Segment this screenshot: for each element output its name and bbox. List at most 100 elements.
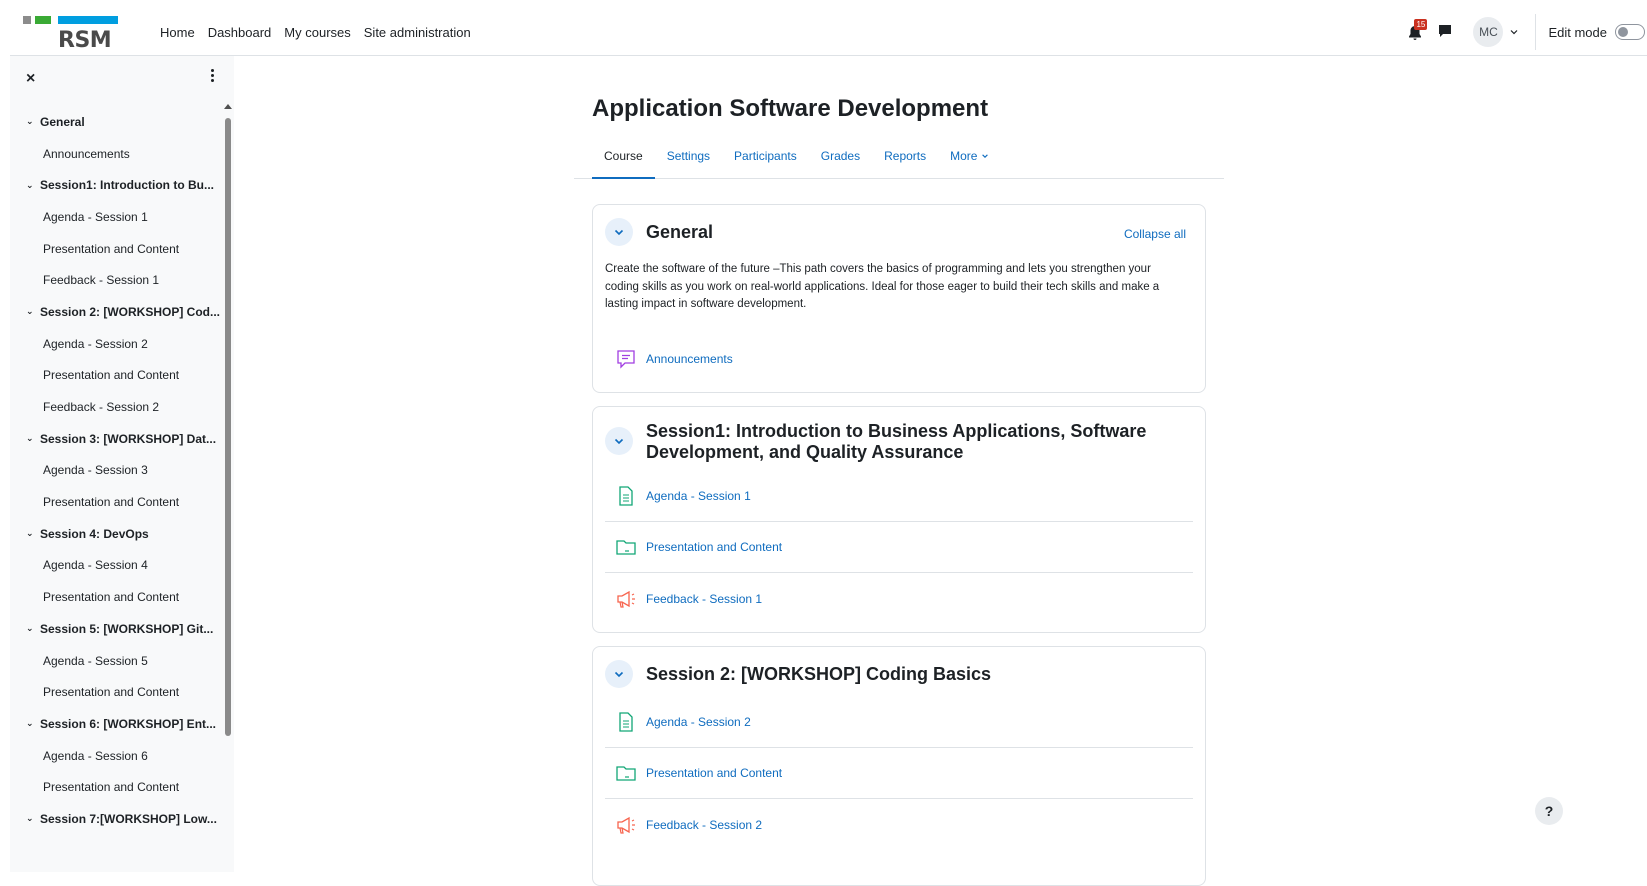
- drawer-section[interactable]: ⌄ Session 6: [WORKSHOP] Ent...: [10, 708, 224, 740]
- chevron-down-icon[interactable]: ⌄: [26, 528, 36, 539]
- drawer-activity-link[interactable]: Presentation and Content: [10, 486, 224, 518]
- nav-site-administration-link[interactable]: Site administration: [364, 25, 471, 40]
- drawer-scrollbar[interactable]: [224, 104, 232, 872]
- drawer-section[interactable]: ⌄ Session 7:[WORKSHOP] Low...: [10, 803, 224, 835]
- user-avatar[interactable]: MC: [1473, 17, 1504, 47]
- drawer-activity-link[interactable]: Agenda - Session 4: [10, 550, 224, 582]
- chevron-down-icon[interactable]: ⌄: [26, 623, 36, 634]
- drawer-activity-link[interactable]: Presentation and Content: [10, 771, 224, 803]
- section-collapse-toggle[interactable]: [605, 427, 633, 455]
- drawer-section[interactable]: ⌄ Session1: Introduction to Bu...: [10, 169, 224, 201]
- section-collapse-toggle[interactable]: [605, 218, 633, 246]
- messages-button[interactable]: [1437, 23, 1455, 41]
- drawer-section-label: Session 4: DevOps: [40, 526, 149, 541]
- drawer-activity-link[interactable]: Feedback - Session 2: [10, 391, 224, 423]
- section-collapse-toggle[interactable]: [605, 660, 633, 688]
- tab-reports[interactable]: Reports: [872, 139, 938, 179]
- chevron-down-icon[interactable]: ⌄: [26, 433, 36, 444]
- drawer-section-label: Session 5: [WORKSHOP] Git...: [40, 621, 214, 636]
- activity-link[interactable]: Announcements: [646, 352, 733, 366]
- drawer-activity-link[interactable]: Announcements: [10, 138, 224, 170]
- drawer-activity-link[interactable]: Presentation and Content: [10, 581, 224, 613]
- tab-course[interactable]: Course: [592, 139, 655, 179]
- activity-announcements[interactable]: Announcements: [605, 333, 1193, 384]
- nav-my-courses-link[interactable]: My courses: [284, 25, 350, 40]
- top-navbar: RSM Home Dashboard My courses Site admin…: [10, 8, 1647, 56]
- chevron-down-icon: [982, 154, 988, 158]
- drawer-section[interactable]: ⌄ Session 4: DevOps: [10, 518, 224, 550]
- drawer-activity-link[interactable]: Agenda - Session 2: [10, 328, 224, 360]
- chevron-down-icon: [614, 229, 624, 236]
- edit-mode-toggle[interactable]: [1615, 24, 1645, 40]
- kebab-menu-icon[interactable]: [209, 68, 215, 84]
- activity-link[interactable]: Agenda - Session 1: [646, 489, 751, 503]
- folder-icon: [616, 540, 636, 555]
- section-session-1: Session1: Introduction to Business Appli…: [592, 406, 1206, 633]
- chevron-down-icon[interactable]: ⌄: [26, 813, 36, 824]
- forum-icon: [617, 349, 635, 369]
- page-icon: [619, 486, 633, 506]
- page-icon: [619, 712, 633, 732]
- nav-divider: [1535, 14, 1537, 50]
- drawer-section-label: Session 7:[WORKSHOP] Low...: [40, 811, 217, 826]
- edit-mode-label: Edit mode: [1548, 24, 1607, 40]
- megaphone-icon: [617, 590, 635, 608]
- help-button[interactable]: ?: [1535, 797, 1563, 825]
- tab-more[interactable]: More: [938, 139, 1001, 179]
- drawer-section-label: Session 3: [WORKSHOP] Dat...: [40, 431, 217, 446]
- chevron-down-icon[interactable]: [1509, 27, 1519, 37]
- activity-agenda-session-1[interactable]: Agenda - Session 1: [605, 471, 1193, 522]
- tab-settings[interactable]: Settings: [655, 139, 722, 179]
- drawer-section[interactable]: ⌄ Session 5: [WORKSHOP] Git...: [10, 613, 224, 645]
- course-index-list: ⌄ General Announcements ⌄ Session1: Introduc…: [10, 106, 224, 835]
- folder-icon: [616, 766, 636, 781]
- tab-participants[interactable]: Participants: [722, 139, 809, 179]
- section-summary: Create the software of the future –This …: [605, 263, 1160, 310]
- activity-link[interactable]: Presentation and Content: [646, 540, 782, 554]
- notifications-button[interactable]: 15: [1407, 19, 1428, 42]
- activity-presentation-content[interactable]: Presentation and Content: [605, 748, 1193, 799]
- main-content: Application Software Development Course …: [234, 57, 1647, 886]
- drawer-activity-link[interactable]: Presentation and Content: [10, 360, 224, 392]
- drawer-activity-link[interactable]: Agenda - Session 1: [10, 201, 224, 233]
- scroll-up-arrow[interactable]: [224, 104, 232, 109]
- tab-grades[interactable]: Grades: [809, 139, 872, 179]
- page-title: Application Software Development: [592, 95, 989, 122]
- drawer-activity-link[interactable]: Presentation and Content: [10, 233, 224, 265]
- chevron-down-icon[interactable]: ⌄: [26, 718, 36, 729]
- close-drawer-button[interactable]: ×: [26, 70, 35, 88]
- drawer-section[interactable]: ⌄ Session 3: [WORKSHOP] Dat...: [10, 423, 224, 455]
- drawer-section-label: Session 6: [WORKSHOP] Ent...: [40, 716, 217, 731]
- section-title: General: [646, 222, 714, 242]
- activity-feedback-session-1[interactable]: Feedback - Session 1: [605, 573, 1193, 624]
- drawer-section[interactable]: ⌄ General: [10, 106, 224, 138]
- drawer-section-label: General: [40, 114, 85, 129]
- activity-feedback-session-2[interactable]: Feedback - Session 2: [605, 799, 1193, 850]
- section-general: General Collapse all Create the software…: [592, 204, 1206, 393]
- drawer-section[interactable]: ⌄ Session 2: [WORKSHOP] Cod...: [10, 296, 224, 328]
- drawer-section-label: Session1: Introduction to Bu...: [40, 178, 214, 193]
- chevron-down-icon[interactable]: ⌄: [26, 116, 36, 127]
- drawer-activity-link[interactable]: Feedback - Session 1: [10, 264, 224, 296]
- section-title: Session 2: [WORKSHOP] Coding Basics: [646, 664, 992, 684]
- activity-presentation-content[interactable]: Presentation and Content: [605, 522, 1193, 573]
- drawer-activity-link[interactable]: Agenda - Session 5: [10, 645, 224, 677]
- activity-link[interactable]: Feedback - Session 1: [646, 592, 762, 606]
- drawer-activity-link[interactable]: Agenda - Session 3: [10, 455, 224, 487]
- activity-agenda-session-2[interactable]: Agenda - Session 2: [605, 697, 1193, 748]
- activity-link[interactable]: Presentation and Content: [646, 766, 782, 780]
- chevron-down-icon[interactable]: ⌄: [26, 180, 36, 191]
- scrollbar-thumb[interactable]: [225, 118, 231, 736]
- collapse-all-link[interactable]: Collapse all: [1124, 227, 1186, 241]
- chevron-down-icon[interactable]: ⌄: [26, 306, 36, 317]
- nav-dashboard-link[interactable]: Dashboard: [208, 25, 272, 40]
- chevron-down-icon: [614, 438, 624, 445]
- drawer-activity-link[interactable]: Presentation and Content: [10, 676, 224, 708]
- notification-count-badge: 15: [1414, 19, 1428, 30]
- rsm-logo[interactable]: RSM: [23, 12, 118, 53]
- activity-link[interactable]: Feedback - Session 2: [646, 818, 762, 832]
- nav-home-link[interactable]: Home: [160, 25, 195, 40]
- course-index-drawer: × ⌄ General Announcements ⌄ Session1: Introd…: [10, 56, 234, 872]
- drawer-activity-link[interactable]: Agenda - Session 6: [10, 740, 224, 772]
- activity-link[interactable]: Agenda - Session 2: [646, 715, 751, 729]
